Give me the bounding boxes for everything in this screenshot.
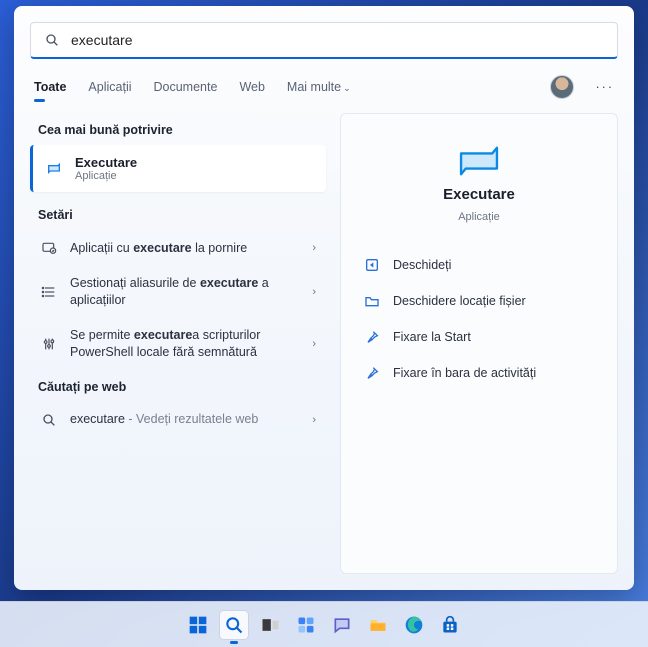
best-match-item[interactable]: Executare Aplicație — [30, 145, 326, 192]
taskbar-store-button[interactable] — [436, 611, 464, 639]
action-label: Deschidere locație fișier — [393, 294, 526, 308]
taskbar-taskview-button[interactable] — [256, 611, 284, 639]
taskbar-edge-button[interactable] — [400, 611, 428, 639]
tab-documents[interactable]: Documente — [154, 80, 218, 94]
web-result-item[interactable]: executare - Vedeți rezultatele web › — [30, 402, 326, 438]
tab-web[interactable]: Web — [239, 80, 264, 94]
tab-all[interactable]: Toate — [34, 80, 66, 94]
best-match-subtitle: Aplicație — [75, 170, 137, 182]
web-result-text: executare - Vedeți rezultatele web — [70, 411, 300, 428]
search-icon — [40, 411, 58, 429]
search-flyout: Toate Aplicații Documente Web Mai multe⌄… — [14, 6, 634, 590]
pin-icon — [363, 328, 381, 346]
section-web: Căutați pe web — [30, 370, 326, 402]
taskbar-start-button[interactable] — [184, 611, 212, 639]
action-label: Fixare la Start — [393, 330, 471, 344]
chevron-right-icon: › — [312, 414, 316, 426]
search-container — [14, 6, 634, 63]
search-icon — [43, 31, 61, 49]
startup-icon — [40, 239, 58, 257]
preview-subtitle: Aplicație — [458, 211, 500, 223]
results-list: Cea mai bună potrivire Executare Aplicaț… — [30, 113, 326, 574]
section-best-match: Cea mai bună potrivire — [30, 113, 326, 145]
tools-icon — [40, 335, 58, 353]
chevron-right-icon: › — [312, 338, 316, 350]
folder-icon — [363, 292, 381, 310]
action-pin-taskbar[interactable]: Fixare în bara de activități — [355, 355, 603, 391]
settings-item-aliases[interactable]: Gestionați aliasurile de executare a apl… — [30, 266, 326, 318]
taskbar-explorer-button[interactable] — [364, 611, 392, 639]
chevron-down-icon: ⌄ — [343, 83, 351, 93]
settings-item-powershell[interactable]: Se permite executarea scripturilor Power… — [30, 318, 326, 370]
settings-item-text: Aplicații cu executare la pornire — [70, 240, 300, 257]
action-open[interactable]: Deschideți — [355, 247, 603, 283]
preview-title: Executare — [443, 186, 515, 203]
run-icon — [456, 144, 502, 178]
settings-item-text: Se permite executarea scripturilor Power… — [70, 327, 300, 361]
taskbar — [0, 601, 648, 647]
taskbar-search-button[interactable] — [220, 611, 248, 639]
search-input[interactable] — [71, 32, 605, 48]
action-open-location[interactable]: Deschidere locație fișier — [355, 283, 603, 319]
action-label: Fixare în bara de activități — [393, 366, 536, 380]
run-icon — [45, 160, 63, 178]
best-match-title: Executare — [75, 155, 137, 170]
action-pin-start[interactable]: Fixare la Start — [355, 319, 603, 355]
open-icon — [363, 256, 381, 274]
settings-item-text: Gestionați aliasurile de executare a apl… — [70, 275, 300, 309]
user-avatar[interactable] — [550, 75, 574, 99]
preview-actions: Deschideți Deschidere locație fișier Fix… — [355, 247, 603, 391]
filter-tabs: Toate Aplicații Documente Web Mai multe⌄… — [14, 63, 634, 107]
list-icon — [40, 283, 58, 301]
options-button[interactable]: ··· — [596, 80, 615, 94]
chevron-right-icon: › — [312, 242, 316, 254]
preview-pane: Executare Aplicație Deschideți Deschider… — [340, 113, 618, 574]
pin-icon — [363, 364, 381, 382]
results-area: Cea mai bună potrivire Executare Aplicaț… — [14, 107, 634, 590]
taskbar-widgets-button[interactable] — [292, 611, 320, 639]
preview-hero: Executare Aplicație — [355, 144, 603, 223]
tab-apps[interactable]: Aplicații — [88, 80, 131, 94]
search-box[interactable] — [30, 22, 618, 59]
chevron-right-icon: › — [312, 286, 316, 298]
tab-more[interactable]: Mai multe⌄ — [287, 80, 351, 94]
taskbar-chat-button[interactable] — [328, 611, 356, 639]
action-label: Deschideți — [393, 258, 451, 272]
settings-item-startup-apps[interactable]: Aplicații cu executare la pornire › — [30, 230, 326, 266]
section-settings: Setări — [30, 198, 326, 230]
